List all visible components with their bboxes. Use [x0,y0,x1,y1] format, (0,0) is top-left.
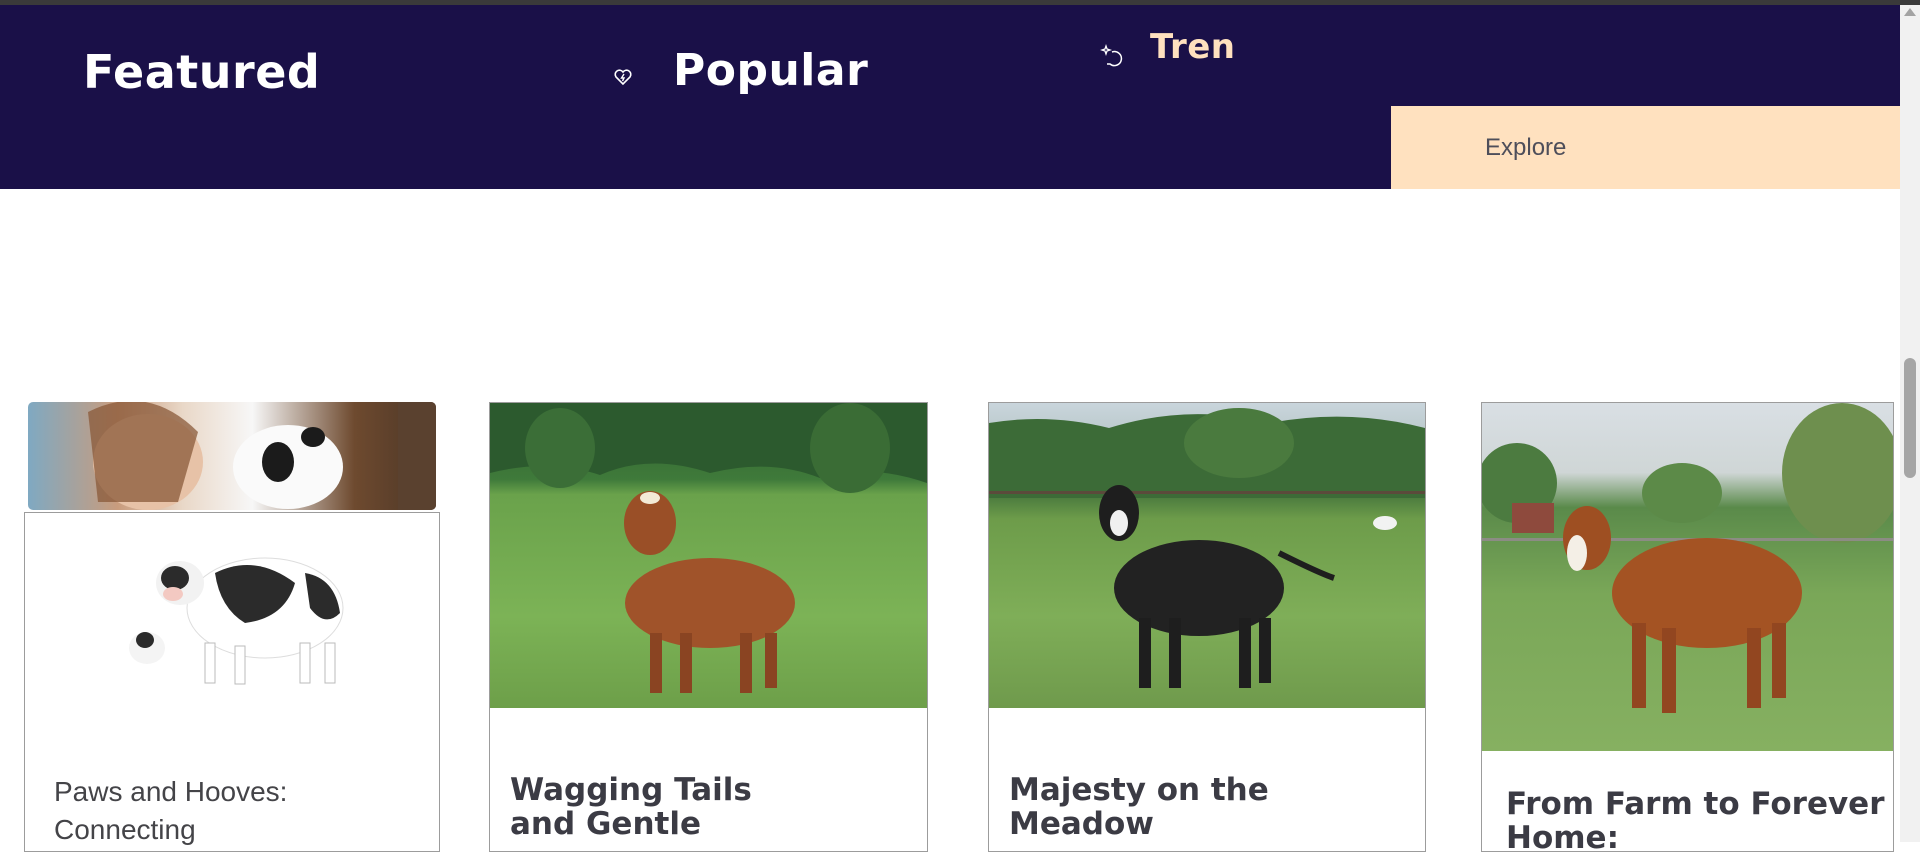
card-2-title[interactable]: Wagging Tails and Gentle [510,773,752,841]
card-2[interactable]: Wagging Tails and Gentle [489,402,928,852]
card-3-title[interactable]: Majesty on the Meadow [1009,773,1269,841]
nav-trending[interactable]: Tren [1150,27,1236,67]
card-4-image [1482,403,1893,751]
card-1-cow-image [125,528,365,693]
nav-popular[interactable]: Popular [673,45,868,96]
card-4[interactable]: From Farm to Forever Home: [1481,402,1894,855]
sparkle-icon [1099,42,1125,68]
card-1[interactable]: Paws and Hooves: Connecting [24,512,440,852]
card-2-image [490,403,927,708]
card-3[interactable]: Majesty on the Meadow [988,402,1426,852]
scroll-up-arrow-icon[interactable] [1904,8,1916,16]
scrollbar-thumb[interactable] [1904,358,1916,478]
card-3-image [989,403,1425,708]
card-4-title[interactable]: From Farm to Forever Home: [1506,787,1885,855]
explore-button[interactable]: Explore [1391,106,1900,189]
card-1-title[interactable]: Paws and Hooves: Connecting [54,773,287,849]
heart-icon [610,64,636,90]
nav-featured[interactable]: Featured [83,45,320,99]
card-1-top-image[interactable] [28,402,436,510]
